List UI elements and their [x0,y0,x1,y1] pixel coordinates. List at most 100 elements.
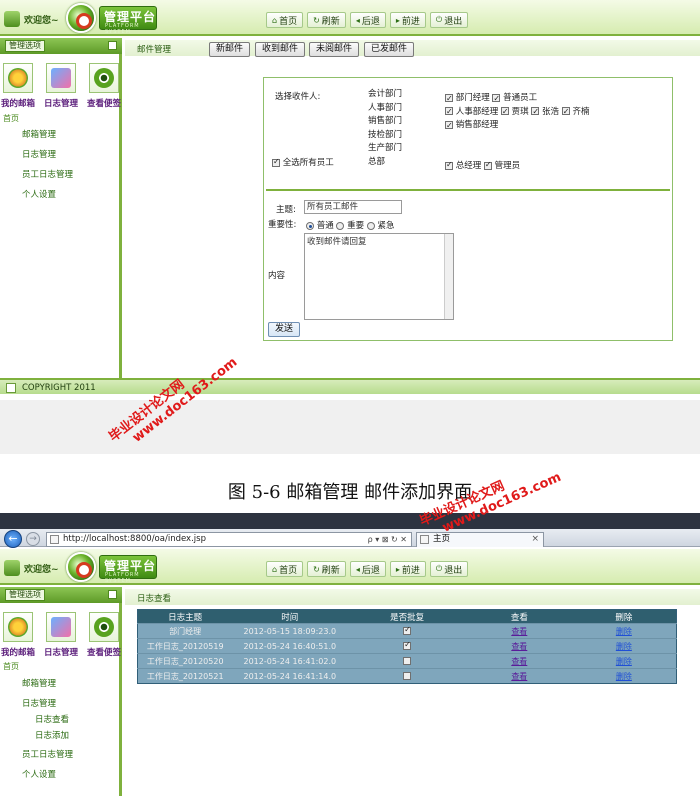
panel-toggle-icon[interactable] [108,41,117,50]
checkbox-admin[interactable] [483,160,492,170]
delete-link[interactable]: 删除 [571,668,677,684]
delete-link[interactable]: 删除 [571,653,677,669]
section-label: 邮件管理 [137,45,172,55]
submenu-log-view[interactable]: 日志查看 [35,713,69,725]
address-tools[interactable]: ρ ▾ ⊠ ↻ ✕ [368,533,407,546]
logout-label: 退出 [444,565,463,576]
forward-button[interactable]: ▸ 前进 [389,12,426,28]
view-link[interactable]: 查看 [466,623,572,639]
row-approved [347,668,467,684]
submenu-log-add[interactable]: 日志添加 [35,729,69,741]
log-shortcut[interactable] [46,63,76,93]
checkbox-qinan[interactable] [561,105,570,119]
tab-unread-mail[interactable]: 未阅邮件 [309,42,360,57]
col-delete: 删除 [571,609,677,624]
back-icon: ◂ [355,564,360,574]
menu-staff-log[interactable]: 员工日志管理 [22,168,73,180]
radio-normal[interactable] [306,221,314,230]
table-row: 工作日志_20120521 2012-05-24 16:41:14.0 查看 删… [137,668,677,684]
logout-button[interactable]: ⏻ 退出 [429,561,469,577]
subject-input[interactable]: 所有员工邮件 [304,200,402,214]
menu-mailbox[interactable]: 邮箱管理 [22,128,56,140]
textarea-scrollbar[interactable] [444,234,453,319]
quick-label-log[interactable]: 日志管理 [44,97,78,109]
address-bar[interactable]: http://localhost:8800/oa/index.jsp ρ ▾ ⊠… [46,532,412,547]
footer-icon [6,383,16,393]
table-row: 工作日志_20120520 2012-05-24 16:41:02.0 查看 删… [137,653,677,669]
radio-important[interactable] [336,221,345,230]
view-link[interactable]: 查看 [466,638,572,654]
welcome-text-2: 欢迎您~ [24,564,59,575]
content-toolbar-2: 日志查看 [125,589,700,605]
checkbox-regular-staff[interactable] [492,92,501,105]
menu-personal-2[interactable]: 个人设置 [22,768,56,780]
home-button[interactable]: ⌂ 首页 [266,12,304,28]
view-link[interactable]: 查看 [466,653,572,669]
select-all-row: 全选所有员工 [272,156,334,168]
log-shortcut[interactable] [46,612,76,642]
role-qinan: 齐楠 [572,106,590,117]
role-regular-staff: 普通员工 [503,93,538,103]
view-link[interactable]: 查看 [466,668,572,684]
refresh-button[interactable]: ↻ 刷新 [307,561,346,577]
checkbox-sales-manager[interactable] [445,119,453,132]
tab-close-icon[interactable]: × [531,533,539,546]
checkbox-jiaqi[interactable] [500,105,509,119]
browser-back-button[interactable]: ← [4,530,22,548]
quick-label-log[interactable]: 日志管理 [44,646,78,658]
browser-forward-button[interactable]: → [26,532,40,546]
row-subject: 部门经理 [137,623,233,639]
checkbox-zhanghao[interactable] [531,105,540,119]
home-crumb-2[interactable]: 首页 [3,661,19,672]
delete-link[interactable]: 删除 [571,638,677,654]
tab-sent-mail[interactable]: 已发邮件 [364,42,415,57]
approved-checkbox[interactable] [403,672,412,680]
logo-target-icon [66,3,96,33]
menu-log-2[interactable]: 日志管理 [22,697,56,709]
forward-button[interactable]: ▸ 前进 [389,561,426,577]
checkbox-select-all[interactable] [272,157,280,167]
menu-personal[interactable]: 个人设置 [22,188,56,200]
tab-received-mail[interactable]: 收到邮件 [255,42,306,57]
approved-checkbox[interactable] [403,640,412,650]
logout-button[interactable]: ⏻ 退出 [429,12,469,28]
quick-label-mailbox[interactable]: 我的邮箱 [1,646,35,658]
row-subject: 工作日志_20120521 [137,668,233,684]
quick-label-memo[interactable]: 查看便签 [87,97,121,109]
approved-checkbox[interactable] [403,657,412,665]
section-label-2: 日志查看 [137,594,172,604]
back-button[interactable]: ◂ 后退 [349,12,386,28]
memo-shortcut[interactable] [89,612,119,642]
menu-staff-log-2[interactable]: 员工日志管理 [22,748,73,760]
delete-link[interactable]: 删除 [571,623,677,639]
compose-form: 选择收件人: 会计部门 人事部门 销售部门 技检部门 生产部门 总部 部门经理 … [263,77,673,341]
radio-urgent[interactable] [366,221,375,230]
checkbox-general-manager[interactable] [445,160,453,170]
back-label: 后退 [361,16,380,27]
importance-normal: 普通 [316,221,334,231]
back-button[interactable]: ◂ 后退 [349,561,386,577]
send-button[interactable]: 发送 [268,322,301,337]
panel-title-2: 管理选项 [5,589,45,601]
checkbox-dept-manager[interactable] [445,92,453,105]
tab-new-mail[interactable]: 新邮件 [209,42,251,57]
refresh-icon: ↻ [313,564,320,574]
mailbox-shortcut[interactable] [3,612,33,642]
panel-toggle-icon[interactable] [108,590,117,599]
importance-options: 普通 重要 紧急 [306,219,395,231]
mailbox-shortcut[interactable] [3,63,33,93]
content-textarea[interactable]: 收到邮件请回复 [304,233,454,320]
menu-log[interactable]: 日志管理 [22,148,56,160]
quick-label-mailbox[interactable]: 我的邮箱 [1,97,35,109]
dept-inspection: 技检部门 [368,129,403,140]
approved-checkbox[interactable] [403,625,412,635]
user-icon [4,11,20,27]
home-button[interactable]: ⌂ 首页 [266,561,304,577]
logo-target-icon [66,552,96,582]
memo-shortcut[interactable] [89,63,119,93]
quick-label-memo[interactable]: 查看便签 [87,646,121,658]
menu-mailbox-2[interactable]: 邮箱管理 [22,677,56,689]
refresh-button[interactable]: ↻ 刷新 [307,12,346,28]
home-crumb[interactable]: 首页 [3,113,19,124]
checkbox-hr-manager[interactable] [445,105,453,119]
